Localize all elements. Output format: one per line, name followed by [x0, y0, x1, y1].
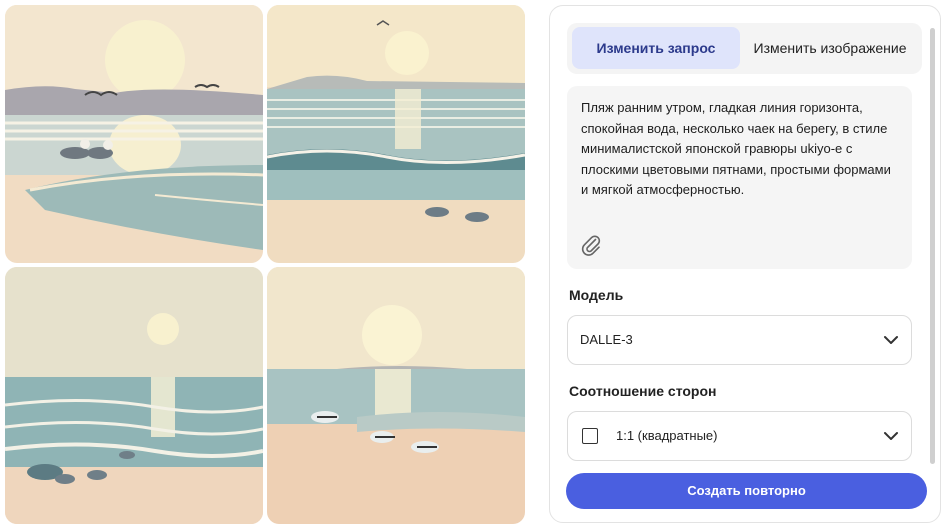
- model-dropdown[interactable]: DALLE-3: [567, 315, 912, 365]
- aspect-ratio-value: 1:1 (квадратные): [616, 428, 718, 443]
- generated-image-3[interactable]: [5, 267, 263, 524]
- model-value: DALLE-3: [580, 332, 633, 347]
- model-label: Модель: [569, 287, 624, 303]
- chevron-down-icon: [884, 432, 898, 440]
- aspect-ratio-label: Соотношение сторон: [569, 383, 717, 399]
- regenerate-button[interactable]: Создать повторно: [566, 473, 927, 509]
- scrollbar[interactable]: [930, 28, 935, 464]
- paperclip-icon[interactable]: [579, 233, 603, 257]
- generated-image-1[interactable]: [5, 5, 263, 263]
- edit-tabs: Изменить запрос Изменить изображение: [567, 23, 922, 74]
- prompt-text[interactable]: Пляж ранним утром, гладкая линия горизон…: [581, 98, 898, 201]
- square-ratio-icon: [582, 428, 598, 444]
- tab-edit-prompt[interactable]: Изменить запрос: [572, 27, 740, 69]
- generated-image-2[interactable]: [267, 5, 525, 263]
- chevron-down-icon: [884, 336, 898, 344]
- image-gallery: [0, 0, 530, 528]
- prompt-textarea[interactable]: Пляж ранним утром, гладкая линия горизон…: [567, 86, 912, 269]
- generated-image-4[interactable]: [267, 267, 525, 524]
- scrollbar-thumb[interactable]: [930, 28, 935, 464]
- edit-panel: Изменить запрос Изменить изображение Пля…: [549, 5, 941, 523]
- tab-edit-image[interactable]: Изменить изображение: [743, 27, 917, 69]
- aspect-ratio-dropdown[interactable]: 1:1 (квадратные): [567, 411, 912, 461]
